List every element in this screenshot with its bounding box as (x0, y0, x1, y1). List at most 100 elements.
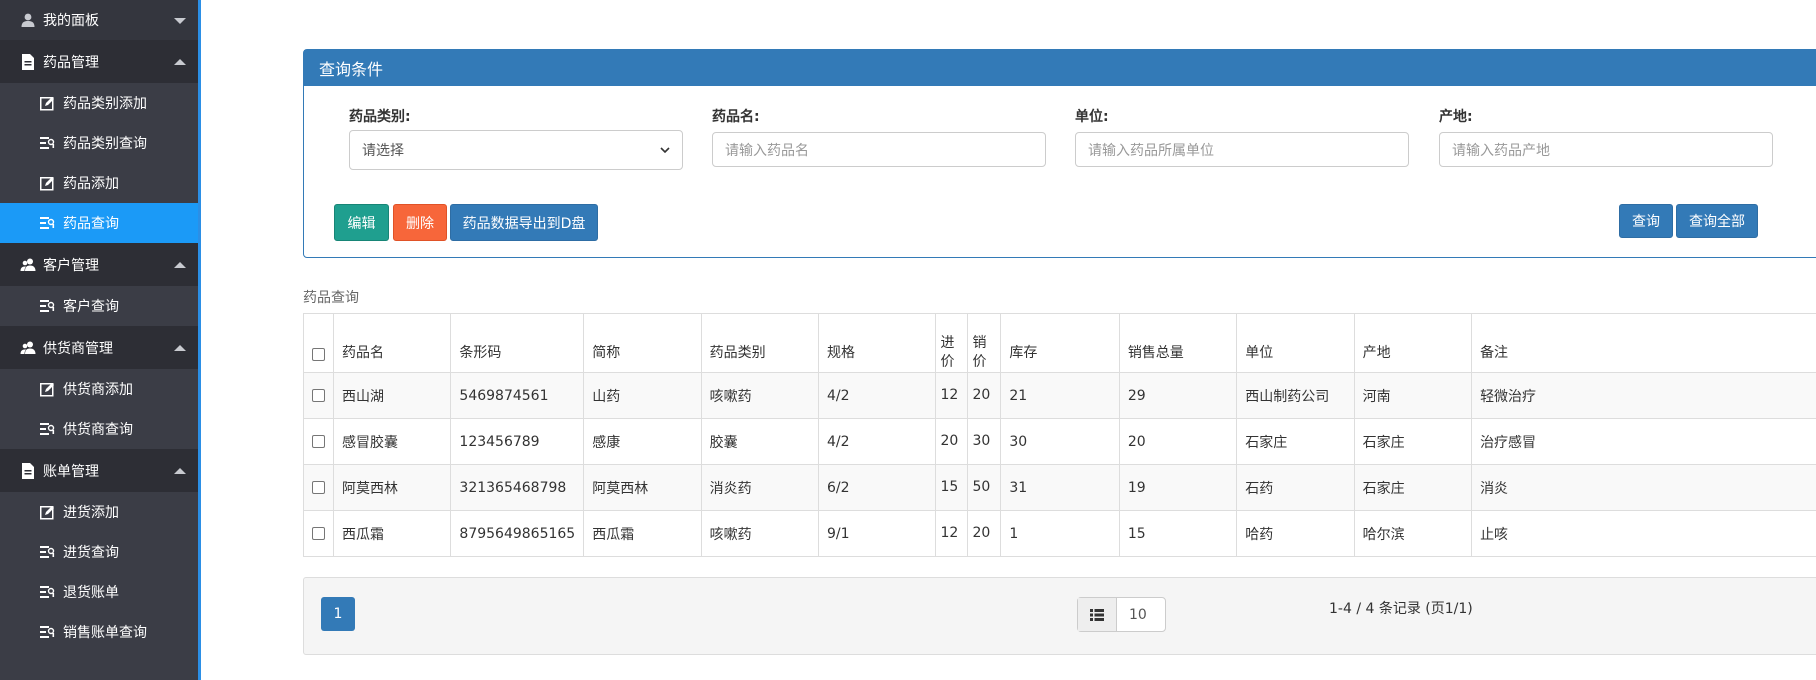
table-caption: 药品查询 (303, 290, 359, 306)
page-size-value[interactable]: 10 (1117, 598, 1165, 631)
table-cell: 20 (935, 418, 969, 465)
table-cell: 消炎药 (700, 464, 820, 511)
table-cell: 1 (1000, 510, 1120, 557)
edit-button[interactable]: 编辑 (334, 204, 389, 241)
edit-icon (40, 505, 55, 520)
table-row[interactable]: 西瓜霜 8795649865165 西瓜霜 咳嗽药 9/1 12 20 1 15… (303, 510, 1816, 557)
sidebar-item-purchase-add[interactable]: 进货添加 (0, 492, 198, 532)
sidebar-item-purchase-query[interactable]: 进货查询 (0, 532, 198, 572)
document-icon (20, 53, 36, 70)
table-header-row: 药品名 条形码 简称 药品类别 规格 进价 销价 库存 销售总量 单位 产地 备… (303, 313, 1816, 373)
origin-input[interactable]: 请输入药品产地 (1439, 132, 1773, 167)
sidebar-item-return-bill[interactable]: 退货账单 (0, 572, 198, 612)
table-cell: 阿莫西林 (332, 464, 452, 511)
sidebar-group-bill-management[interactable]: 账单管理 (0, 449, 198, 492)
table-cell: 4/2 (818, 418, 937, 465)
query-all-button[interactable]: 查询全部 (1676, 204, 1758, 238)
column-header[interactable]: 规格 (818, 313, 937, 373)
table-row[interactable]: 感冒胶囊 123456789 感康 胶囊 4/2 20 30 30 20 石家庄… (303, 418, 1816, 465)
sidebar-group-supplier-management[interactable]: 供货商管理 (0, 326, 198, 369)
table-cell: 山药 (583, 372, 702, 419)
sidebar-group-label: 账单管理 (43, 463, 99, 480)
sidebar-group-drug-management[interactable]: 药品管理 (0, 40, 198, 83)
sidebar-item-supplier-add[interactable]: 供货商添加 (0, 369, 198, 409)
column-header-sale-price[interactable]: 销价 (967, 313, 1002, 373)
table-cell: 阿莫西林 (583, 464, 702, 511)
row-select-cell (303, 418, 334, 465)
sidebar-item-customer-query[interactable]: 客户查询 (0, 286, 198, 326)
table-cell: 感冒胶囊 (332, 418, 452, 465)
sidebar: 我的面板 药品管理 药品类别添加 药品类别查询 药品添加 药品查询 客户管理 客… (0, 0, 201, 680)
column-header[interactable]: 条形码 (450, 313, 585, 373)
row-select-cell (303, 510, 334, 557)
sidebar-item-drug-category-query[interactable]: 药品类别查询 (0, 123, 198, 163)
chevron-up-icon (174, 344, 186, 351)
table-cell: 8795649865165 (450, 510, 585, 557)
edit-icon (40, 176, 55, 191)
table-cell: 治疗感冒 (1471, 418, 1816, 465)
table-cell: 哈药 (1236, 510, 1355, 557)
column-header[interactable]: 简称 (583, 313, 702, 373)
table-row[interactable]: 阿莫西林 321365468798 阿莫西林 消炎药 6/2 15 50 31 … (303, 464, 1816, 511)
select-all-checkbox[interactable] (312, 347, 325, 361)
column-header[interactable]: 备注 (1471, 313, 1816, 373)
table-cell: 321365468798 (450, 464, 585, 511)
category-select[interactable]: 请选择 (349, 130, 683, 170)
table-cell: 消炎 (1471, 464, 1816, 511)
list-search-icon (40, 216, 55, 231)
export-button[interactable]: 药品数据导出到D盘 (450, 204, 598, 241)
sidebar-item-drug-query[interactable]: 药品查询 (0, 203, 198, 243)
list-search-icon (40, 422, 55, 437)
table-cell: 21 (1000, 372, 1120, 419)
delete-button[interactable]: 删除 (393, 204, 447, 241)
sidebar-item-label: 进货添加 (63, 505, 119, 521)
table-cell: 19 (1118, 464, 1238, 511)
document-icon (20, 462, 36, 479)
row-checkbox[interactable] (312, 481, 325, 494)
sidebar-group-customer-management[interactable]: 客户管理 (0, 243, 198, 286)
table-cell: 石家庄 (1353, 464, 1473, 511)
sidebar-item-drug-add[interactable]: 药品添加 (0, 163, 198, 203)
unit-input[interactable]: 请输入药品所属单位 (1075, 132, 1409, 167)
category-select-value: 请选择 (362, 143, 404, 159)
column-header[interactable]: 药品类别 (700, 313, 820, 373)
table-cell: 6/2 (818, 464, 937, 511)
column-header[interactable]: 销售总量 (1118, 313, 1238, 373)
drug-name-input[interactable]: 请输入药品名 (712, 132, 1046, 167)
table-cell: 15 (1118, 510, 1238, 557)
sidebar-item-supplier-query[interactable]: 供货商查询 (0, 409, 198, 449)
header-char: 销 (972, 335, 987, 351)
sidebar-group-dashboard[interactable]: 我的面板 (0, 0, 198, 40)
page-size-selector[interactable]: 10 (1077, 597, 1166, 632)
table-cell: 西山制药公司 (1236, 372, 1355, 419)
column-header[interactable]: 库存 (1000, 313, 1120, 373)
chevron-down-icon (174, 18, 186, 24)
table-cell: 轻微治疗 (1471, 372, 1816, 419)
chevron-down-icon (660, 147, 670, 153)
sidebar-item-label: 药品查询 (63, 216, 119, 232)
drug-table: 药品名 条形码 简称 药品类别 规格 进价 销价 库存 销售总量 单位 产地 备… (303, 313, 1816, 557)
row-checkbox[interactable] (312, 389, 325, 402)
table-cell: 西山湖 (332, 372, 452, 419)
sidebar-item-drug-category-add[interactable]: 药品类别添加 (0, 83, 198, 123)
sidebar-item-sales-bill-query[interactable]: 销售账单查询 (0, 612, 198, 652)
edit-icon (40, 382, 55, 397)
column-header-purchase-price[interactable]: 进价 (935, 313, 969, 373)
table-cell: 20 (1118, 418, 1238, 465)
column-header[interactable]: 产地 (1353, 313, 1473, 373)
sidebar-item-label: 供货商添加 (63, 382, 133, 398)
query-button[interactable]: 查询 (1619, 204, 1673, 238)
row-select-cell (303, 372, 334, 419)
users-icon (20, 340, 36, 356)
query-panel-title: 查询条件 (304, 50, 1816, 86)
column-header[interactable]: 药品名 (332, 313, 452, 373)
list-icon[interactable] (1078, 598, 1117, 631)
table-row[interactable]: 西山湖 5469874561 山药 咳嗽药 4/2 12 20 21 29 西山… (303, 372, 1816, 419)
column-header[interactable]: 单位 (1236, 313, 1355, 373)
row-checkbox[interactable] (312, 435, 325, 448)
header-char: 价 (972, 354, 987, 370)
page-button-current[interactable]: 1 (321, 597, 355, 631)
row-checkbox[interactable] (312, 527, 325, 540)
table-cell: 石家庄 (1236, 418, 1355, 465)
name-label: 药品名: (712, 109, 760, 125)
